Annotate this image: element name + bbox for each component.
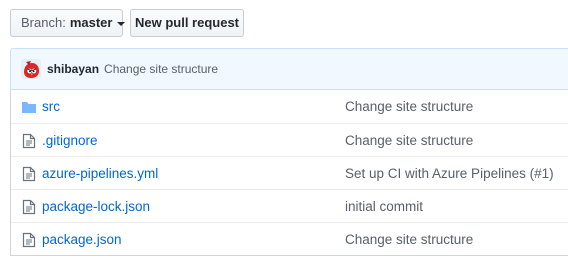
chevron-down-icon	[117, 21, 126, 26]
file-row-azure-pipelines: azure-pipelines.yml Set up CI with Azure…	[11, 156, 568, 189]
file-name-link[interactable]: .gitignore	[42, 133, 98, 148]
file-list: src Change site structure .gitignore Cha…	[10, 90, 568, 256]
file-icon	[22, 133, 36, 149]
file-commit-message-link[interactable]: Change site structure	[345, 99, 473, 114]
latest-commit-bar: shibayan Change site structure	[10, 48, 568, 90]
file-icon	[22, 166, 36, 182]
branch-name-label: master	[69, 15, 113, 30]
file-commit-message-link[interactable]: Change site structure	[345, 232, 473, 247]
file-row-src: src Change site structure	[11, 90, 568, 123]
file-name-link[interactable]: src	[42, 99, 60, 114]
file-row-package: package.json Change site structure	[11, 222, 568, 255]
branch-prefix-label: Branch:	[21, 15, 66, 30]
file-icon	[22, 199, 36, 215]
commit-message-link[interactable]: Change site structure	[104, 62, 218, 76]
file-row-package-lock: package-lock.json initial commit	[11, 189, 568, 222]
file-commit-message-link[interactable]: Set up CI with Azure Pipelines (#1)	[345, 166, 554, 181]
file-name-link[interactable]: package-lock.json	[42, 199, 150, 214]
file-commit-message-link[interactable]: initial commit	[345, 199, 423, 214]
folder-icon	[22, 99, 36, 115]
file-name-link[interactable]: azure-pipelines.yml	[42, 166, 158, 181]
commit-author-link[interactable]: shibayan	[47, 62, 99, 76]
avatar[interactable]	[21, 59, 41, 79]
file-commit-message-link[interactable]: Change site structure	[345, 133, 473, 148]
new-pull-request-button[interactable]: New pull request	[130, 9, 244, 37]
file-name-link[interactable]: package.json	[42, 232, 122, 247]
file-row-gitignore: .gitignore Change site structure	[11, 123, 568, 156]
repo-toolbar: Branch: master New pull request	[0, 0, 568, 46]
file-icon	[22, 232, 36, 248]
branch-select-button[interactable]: Branch: master	[10, 9, 126, 37]
